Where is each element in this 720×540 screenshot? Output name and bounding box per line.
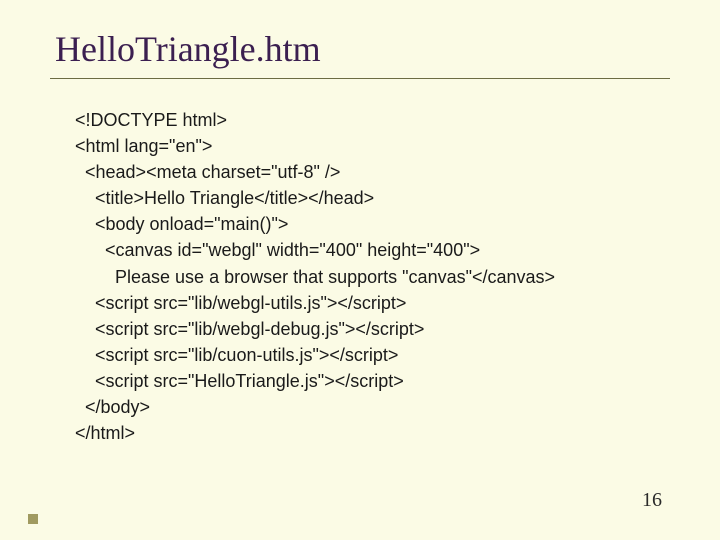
title-divider	[50, 78, 670, 79]
footer-marker-icon	[28, 514, 38, 524]
slide: HelloTriangle.htm <!DOCTYPE html> <html …	[0, 0, 720, 540]
page-number: 16	[642, 489, 662, 512]
code-listing: <!DOCTYPE html> <html lang="en"> <head><…	[75, 107, 670, 446]
slide-title: HelloTriangle.htm	[55, 28, 670, 70]
